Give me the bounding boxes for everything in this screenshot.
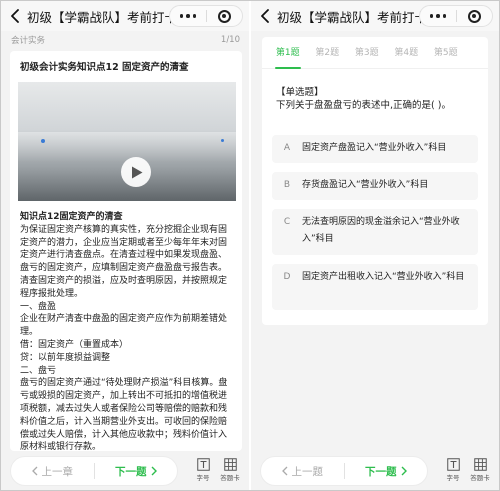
content-line: 企业在财产清查中盘盈的固定资产应作为前期差错处 xyxy=(20,314,228,325)
back-icon[interactable] xyxy=(255,1,275,31)
nav-pill: 上一章 下一题 xyxy=(10,456,178,486)
subheader: 会计实务 1/10 xyxy=(1,31,249,49)
lesson-title: 初级会计实务知识点12 固定资产的清查 xyxy=(20,62,189,73)
tab-question-5[interactable]: 第5题 xyxy=(426,37,466,69)
prev-chapter-button[interactable]: 上一章 xyxy=(11,464,94,479)
option-b[interactable]: B 存货盘盈记入“营业外收入”科目 xyxy=(272,172,478,200)
content-line: 项税额，减去过失人或者保险公司等赔偿的赔款和残 xyxy=(20,403,228,414)
title-bar: 初级【学霸战队】考前打卡... xyxy=(1,1,249,31)
target-icon xyxy=(217,9,231,23)
content-line: 盘亏的固定资产，应填制固定资产盘盈盘亏报告表。 xyxy=(20,263,228,274)
option-letter: C xyxy=(283,217,291,227)
question-type: 【单选题】 xyxy=(276,87,324,98)
question-tabs: 第1题 第2题 第3题 第4题 第5题 xyxy=(262,37,488,69)
font-size-label: 字号 xyxy=(196,474,210,482)
option-a[interactable]: A 固定资产盘盈记入“营业外收入”科目 xyxy=(272,135,478,163)
tab-question-4[interactable]: 第4题 xyxy=(387,37,427,69)
content-line: 为保证固定资产核算的真实性，充分挖掘企业现有固 xyxy=(20,224,228,235)
close-target-button[interactable] xyxy=(207,9,243,23)
progress-counter: 1/10 xyxy=(220,35,240,45)
back-icon[interactable] xyxy=(5,1,25,31)
option-text: 固定资产盘盈记入“营业外收入”科目 xyxy=(302,143,447,153)
content-line: 料价值之后，计入当期营业外支出。可收回的保险赔 xyxy=(20,416,228,427)
lesson-content: 知识点12固定资产的清查 为保证固定资产核算的真实性，充分挖掘企业现有固 定资产… xyxy=(20,211,235,454)
answer-sheet-icon xyxy=(473,458,487,471)
tab-question-1[interactable]: 第1题 xyxy=(268,37,308,69)
next-question-button[interactable]: 下一题 xyxy=(345,464,428,479)
play-icon xyxy=(132,166,143,178)
option-c[interactable]: C 无法查明原因的现金溢余记入“营业外收入”科目 xyxy=(272,209,478,255)
option-text: 存货盘盈记入“营业外收入”科目 xyxy=(302,180,429,190)
answer-sheet-label: 答题卡 xyxy=(220,474,240,482)
content-line: 理。 xyxy=(20,327,39,338)
font-size-icon xyxy=(196,458,210,471)
option-text: 固定资产出租收入记入“营业外收入”科目 xyxy=(302,272,465,282)
answer-sheet-button[interactable]: 答题卡 xyxy=(468,458,492,482)
chevron-right-icon xyxy=(401,466,407,476)
chevron-left-icon xyxy=(31,466,37,476)
content-line: 定资产的潜力，企业应当定期或者至少每年年末对固 xyxy=(20,237,228,248)
option-d[interactable]: D 固定资产出租收入记入“营业外收入”科目 xyxy=(272,264,478,310)
bottom-bar: 上一题 下一题 字号 答题卡 xyxy=(251,453,499,490)
next-label: 下一题 xyxy=(115,465,147,478)
play-button[interactable] xyxy=(121,157,151,187)
page-title: 初级【学霸战队】考前打卡... xyxy=(27,9,177,25)
mini-program-capsule xyxy=(419,5,493,27)
font-size-button[interactable]: 字号 xyxy=(441,458,465,482)
prev-label: 上一章 xyxy=(41,465,74,478)
title-bar: 初级【学霸战队】考前打卡... xyxy=(251,1,499,31)
prev-question-button[interactable]: 上一题 xyxy=(261,464,344,479)
question-text: 下列关于盘盈盘亏的表述中,正确的是( )。 xyxy=(276,100,451,111)
content-line: 程序报批处理。 xyxy=(20,288,84,299)
option-letter: D xyxy=(283,272,291,282)
content-line: 借：固定资产（重置成本） xyxy=(20,339,129,350)
prev-label: 上一题 xyxy=(291,465,324,478)
content-line: 清查固定资产的损溢，应及时查明原因，并按照规定 xyxy=(20,275,228,286)
font-size-label: 字号 xyxy=(446,474,460,482)
nav-pill: 上一题 下一题 xyxy=(260,456,428,486)
tab-question-3[interactable]: 第3题 xyxy=(347,37,387,69)
next-label: 下一题 xyxy=(365,465,397,478)
close-target-button[interactable] xyxy=(457,9,493,23)
content-line: 定资产进行清查盘点。在清查过程中如果发现盘盈、 xyxy=(20,250,228,261)
mini-program-capsule xyxy=(169,5,243,27)
page-title: 初级【学霸战队】考前打卡... xyxy=(277,9,427,25)
content-line: 盘亏的固定资产通过“待处理财产损溢”科目核算。盘 xyxy=(20,378,228,389)
chevron-left-icon xyxy=(281,466,287,476)
content-line: 偿或过失人赔偿，计入其他应收款中；残料价值计入 xyxy=(20,429,228,440)
category-label: 会计实务 xyxy=(11,36,46,46)
content-line: 亏或毁损的固定资产，加上转出不可抵扣的增值税进 xyxy=(20,391,228,402)
content-line: 知识点12固定资产的清查 xyxy=(20,212,123,222)
more-dots-icon[interactable] xyxy=(170,14,206,18)
answer-sheet-icon xyxy=(223,458,237,471)
content-line: 一、盘盈 xyxy=(20,301,57,312)
lesson-panel: 初级【学霸战队】考前打卡... 会计实务 1/10 初级会计实务知识点12 固定… xyxy=(1,1,249,490)
chevron-right-icon xyxy=(151,466,157,476)
next-question-button[interactable]: 下一题 xyxy=(95,464,178,479)
option-letter: B xyxy=(283,180,291,190)
answer-sheet-label: 答题卡 xyxy=(470,474,490,482)
content-line: 贷：以前年度损益调整 xyxy=(20,352,111,363)
lesson-card: 初级会计实务知识点12 固定资产的清查 知识点12固定资产的清查 为保证固定资产… xyxy=(10,51,242,454)
tab-question-2[interactable]: 第2题 xyxy=(308,37,348,69)
more-dots-icon[interactable] xyxy=(420,14,456,18)
font-size-button[interactable]: 字号 xyxy=(191,458,215,482)
font-size-icon xyxy=(446,458,460,471)
option-text: 无法查明原因的现金溢余记入“营业外收入”科目 xyxy=(302,217,460,244)
target-icon xyxy=(467,9,481,23)
content-line: 二、盘亏 xyxy=(20,365,57,376)
quiz-panel: 初级【学霸战队】考前打卡... 第1题 第2题 第3题 第4题 第5题 【单选题… xyxy=(251,1,499,490)
option-letter: A xyxy=(283,143,291,153)
answer-sheet-button[interactable]: 答题卡 xyxy=(218,458,242,482)
video-player[interactable] xyxy=(18,82,236,201)
bottom-bar: 上一章 下一题 字号 答题卡 xyxy=(1,453,249,490)
question-card: 第1题 第2题 第3题 第4题 第5题 【单选题】 下列关于盘盈盘亏的表述中,正… xyxy=(262,37,488,325)
